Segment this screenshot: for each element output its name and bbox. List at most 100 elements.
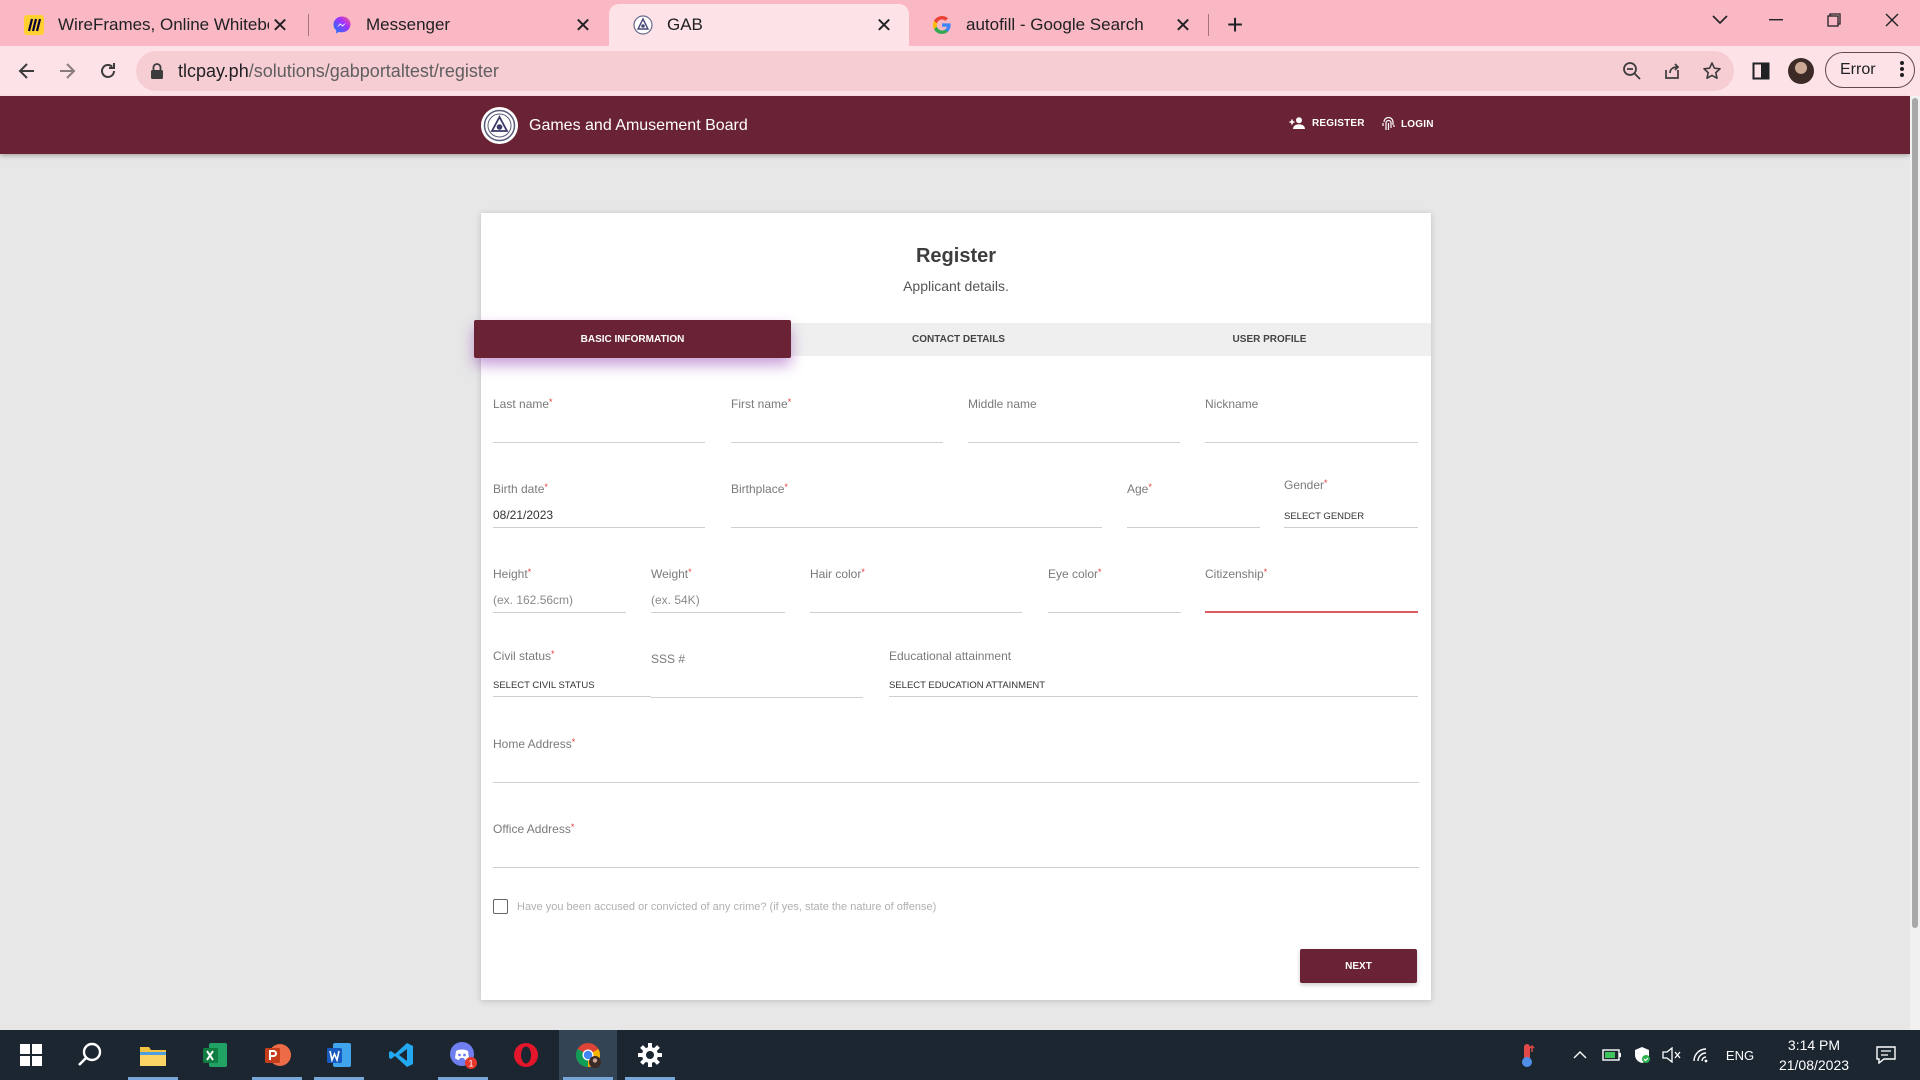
brand[interactable]: Games and Amusement Board [481, 107, 748, 144]
close-icon[interactable]: ✕ [269, 14, 291, 37]
birth-date-input[interactable] [493, 502, 705, 528]
first-name-field: First name* [731, 397, 943, 443]
new-tab-button[interactable]: + [1218, 8, 1252, 42]
excel-icon[interactable] [186, 1030, 244, 1080]
tab-search-chevron-icon[interactable] [1692, 0, 1748, 40]
reload-button[interactable] [92, 55, 124, 87]
clock-date: 21/08/2023 [1778, 1057, 1850, 1073]
height-label: Height [493, 567, 528, 581]
speaker-muted-icon[interactable] [1660, 1030, 1684, 1080]
fingerprint-icon [1382, 117, 1395, 130]
close-icon[interactable]: ✕ [873, 14, 895, 37]
gab-icon [633, 15, 653, 35]
sss-input[interactable] [651, 672, 863, 698]
chrome-icon[interactable] [559, 1030, 617, 1080]
step-tabs: CONTACT DETAILS USER PROFILE BASIC INFOR… [474, 320, 1431, 358]
clock-time: 3:14 PM [1787, 1037, 1841, 1053]
page-title: Register [915, 245, 997, 267]
share-icon[interactable] [1660, 59, 1684, 83]
office-address-field: Office Address* [493, 822, 1419, 868]
sss-field: SSS # [651, 652, 863, 698]
site-header: Games and Amusement Board REGISTER LOGIN [0, 96, 1910, 154]
restore-button[interactable] [1806, 0, 1862, 40]
file-explorer-icon[interactable] [124, 1030, 182, 1080]
close-icon[interactable]: ✕ [572, 14, 594, 37]
tab-contact-details[interactable]: CONTACT DETAILS [806, 323, 1111, 356]
security-shield-icon[interactable] [1630, 1030, 1654, 1080]
office-address-input[interactable] [493, 842, 1419, 868]
temperature-icon[interactable] [1512, 1030, 1542, 1080]
weight-input[interactable] [651, 587, 785, 613]
crime-checkbox[interactable] [493, 899, 508, 914]
tab-title: GAB [667, 15, 703, 34]
last-name-input[interactable] [493, 417, 705, 443]
login-link[interactable]: LOGIN [1382, 117, 1434, 131]
clock[interactable]: 3:14 PM 21/08/2023 [1762, 1035, 1866, 1075]
tab-google[interactable]: autofill - Google Search ✕ [908, 4, 1208, 46]
birthplace-label: Birthplace [731, 482, 785, 496]
add-user-icon [1289, 117, 1305, 129]
middle-name-input[interactable] [968, 417, 1180, 443]
url-text[interactable]: tlcpay.ph/solutions/gabportaltest/regist… [178, 51, 1578, 91]
brand-name: Games and Amusement Board [529, 116, 748, 134]
height-input[interactable] [493, 587, 626, 613]
profile-error-button[interactable]: Error [1825, 52, 1915, 88]
next-button[interactable]: NEXT [1300, 949, 1417, 983]
bookmark-star-icon[interactable] [1700, 59, 1724, 83]
close-window-button[interactable] [1864, 0, 1920, 40]
zoom-icon[interactable] [1620, 59, 1644, 83]
register-link[interactable]: REGISTER [1289, 117, 1365, 129]
first-name-input[interactable] [731, 417, 943, 443]
education-select[interactable]: SELECT EDUCATION ATTAINMENT [889, 675, 1418, 697]
tab-messenger[interactable]: Messenger ✕ [308, 4, 608, 46]
search-icon[interactable] [61, 1030, 119, 1080]
scrollbar-thumb[interactable] [1912, 98, 1918, 928]
page-scrollbar[interactable] [1910, 96, 1920, 1030]
language-indicator[interactable]: ENG [1720, 1030, 1760, 1080]
word-icon[interactable] [310, 1030, 368, 1080]
birthplace-input[interactable] [731, 502, 1102, 528]
notifications-icon[interactable] [1866, 1030, 1906, 1080]
profile-avatar[interactable] [1788, 58, 1814, 84]
register-card: Register Applicant details. CONTACT DETA… [474, 213, 1431, 1000]
lock-icon[interactable] [150, 62, 164, 85]
back-button[interactable] [11, 55, 43, 87]
windows-start-icon[interactable] [2, 1030, 60, 1080]
gender-select[interactable]: SELECT GENDER [1284, 506, 1418, 528]
eye-color-input[interactable] [1048, 587, 1181, 613]
address-bar[interactable]: tlcpay.ph/solutions/gabportaltest/regist… [136, 51, 1734, 91]
close-icon[interactable]: ✕ [1172, 14, 1194, 37]
settings-icon[interactable] [621, 1030, 679, 1080]
nickname-input[interactable] [1205, 417, 1418, 443]
opera-icon[interactable] [497, 1030, 555, 1080]
battery-icon[interactable] [1600, 1030, 1624, 1080]
powerpoint-icon[interactable] [248, 1030, 306, 1080]
birthplace-field: Birthplace* [731, 482, 1102, 528]
age-input[interactable] [1127, 502, 1260, 528]
weight-label: Weight [651, 567, 689, 581]
side-panel-icon[interactable] [1747, 57, 1775, 85]
required-marker: * [549, 397, 553, 407]
minimize-button[interactable] [1748, 0, 1804, 40]
home-address-input[interactable] [493, 757, 1419, 783]
required-marker: * [527, 567, 532, 577]
wifi-icon[interactable] [1690, 1030, 1714, 1080]
chevron-up-icon[interactable] [1568, 1030, 1592, 1080]
citizenship-input[interactable] [1205, 587, 1418, 613]
forward-button[interactable] [51, 55, 83, 87]
hair-color-input[interactable] [810, 587, 1022, 613]
required-marker: * [544, 482, 548, 492]
more-menu-icon[interactable] [1900, 60, 1904, 83]
tab-miro[interactable]: WireFrames, Online Whiteboard | Miro ✕ [0, 4, 305, 46]
civil-status-select[interactable]: SELECT CIVIL STATUS [493, 675, 651, 697]
discord-icon[interactable]: 1 [434, 1030, 492, 1080]
vscode-icon[interactable] [372, 1030, 430, 1080]
tab-gab[interactable]: GAB ✕ [609, 4, 909, 46]
education-label: Educational attainment [889, 649, 1012, 663]
browser-tab-strip: WireFrames, Online Whiteboard | Miro ✕ M… [0, 0, 1920, 46]
crime-question[interactable]: Have you been accused or convicted of an… [493, 899, 936, 914]
tab-user-profile[interactable]: USER PROFILE [1117, 323, 1422, 356]
birth-date-field: Birth date* [493, 482, 705, 528]
tab-basic-information[interactable]: BASIC INFORMATION [474, 320, 791, 358]
office-address-label: Office Address [493, 822, 571, 836]
